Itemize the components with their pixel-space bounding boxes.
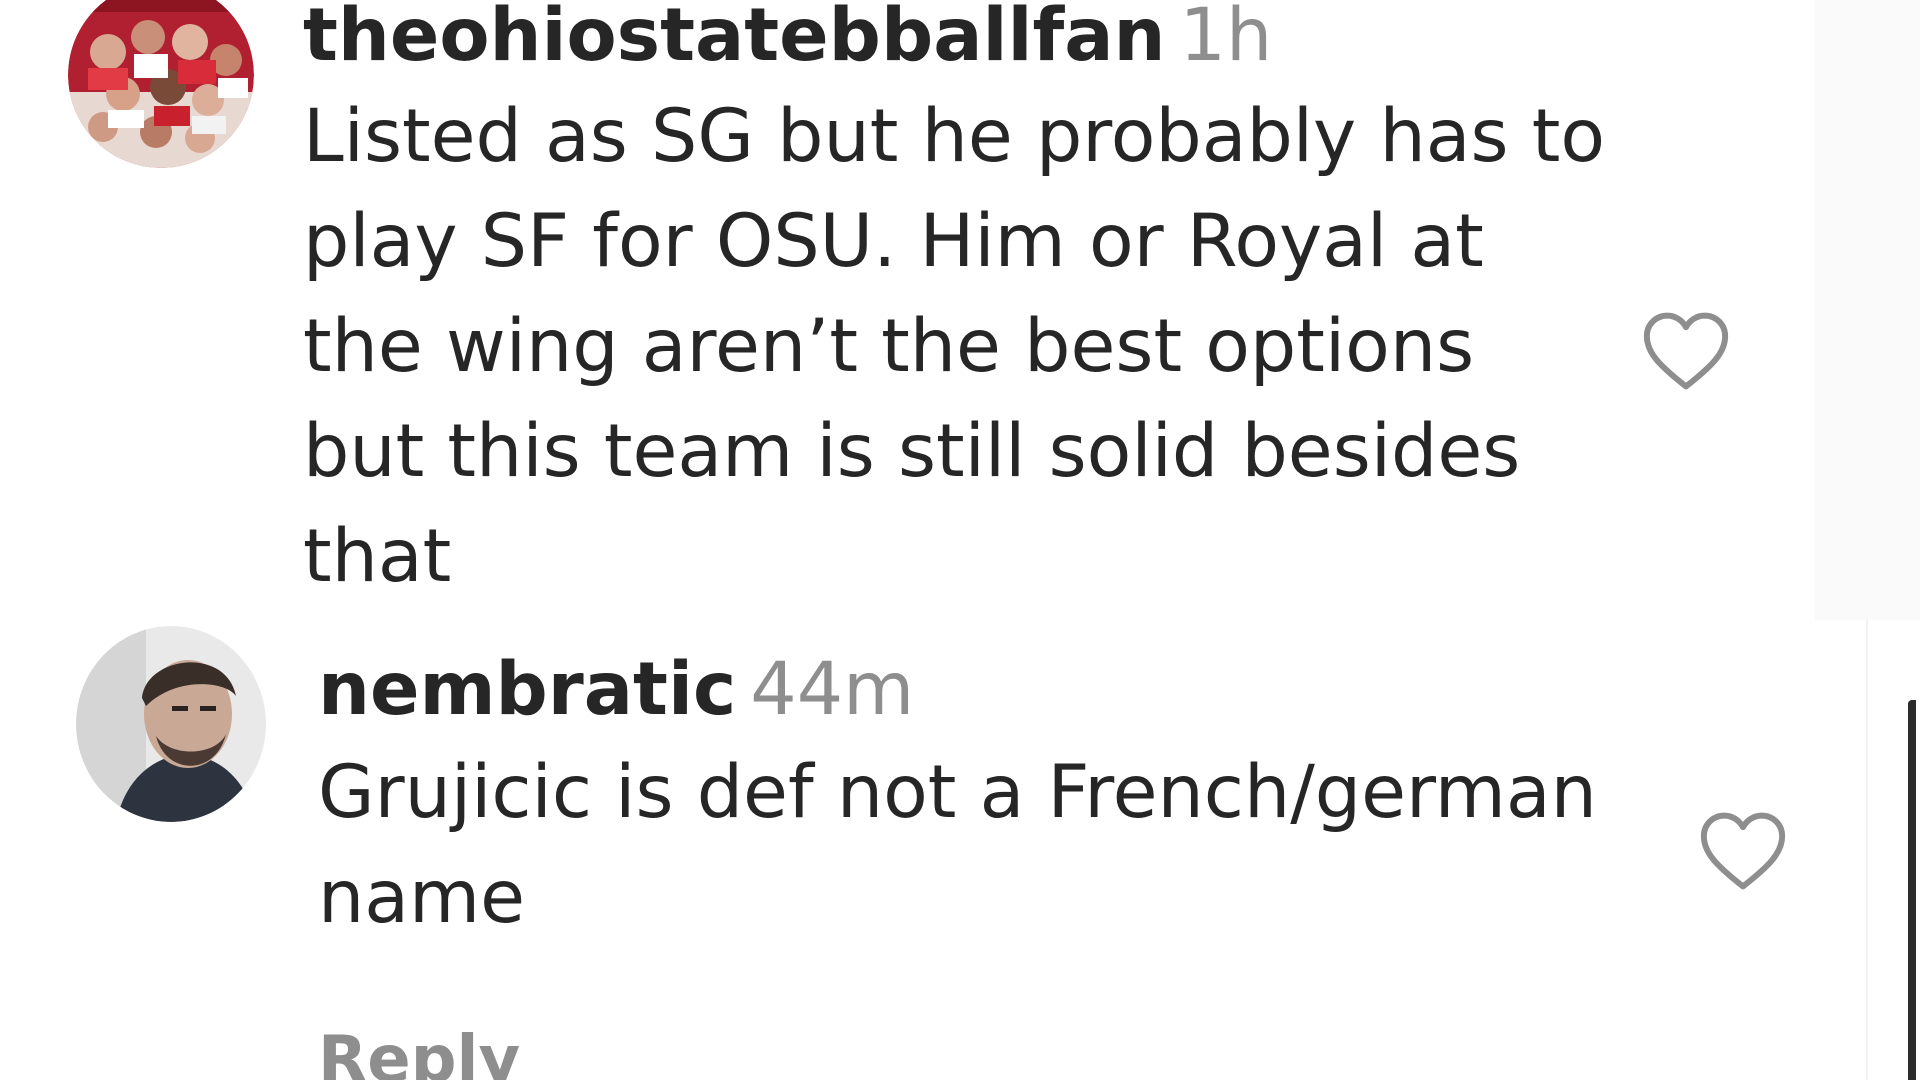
comment-text-line: the wing aren’t the best options: [303, 304, 1475, 389]
reply-button[interactable]: Reply: [318, 1020, 520, 1080]
comment-text-line: that: [303, 514, 452, 599]
divider-line: [1866, 620, 1868, 1080]
scrollbar-thumb[interactable]: [1908, 700, 1916, 1080]
avatar[interactable]: [76, 626, 266, 822]
like-button[interactable]: [1640, 310, 1732, 392]
comment-text-line: but this team is still solid besides: [303, 409, 1521, 494]
comment-header: theohiostatebballfan 1h: [303, 0, 1663, 78]
comment-timestamp: 44m: [750, 647, 915, 732]
avatar[interactable]: [68, 0, 254, 168]
comment-body: nembratic 44m Grujicic is def not a Frenc…: [318, 648, 1678, 950]
comment-body: theohiostatebballfan 1h Listed as SG but …: [303, 0, 1663, 609]
group-photo-avatar-icon: [68, 0, 254, 168]
username-link[interactable]: nembratic: [318, 647, 736, 732]
comment-text-line: play SF for OSU. Him or Royal at: [303, 199, 1484, 284]
heart-outline-icon: [1700, 812, 1786, 890]
heart-outline-icon: [1643, 312, 1729, 390]
comment-header: nembratic 44m: [318, 648, 1678, 732]
comment-text-line: Listed as SG but he probably has to: [303, 94, 1605, 179]
comments-page: theohiostatebballfan 1h Listed as SG but …: [0, 0, 1920, 1080]
username-link[interactable]: theohiostatebballfan: [303, 0, 1166, 78]
comment-text-line: name: [318, 855, 526, 940]
comment-text: Listed as SG but he probably has to play…: [303, 84, 1663, 609]
side-panel-edge: [1815, 0, 1920, 620]
comment-timestamp: 1h: [1179, 0, 1273, 78]
comment-text: Grujicic is def not a French/german name: [318, 740, 1678, 950]
person-photo-avatar-icon: [76, 626, 266, 822]
comment-text-line: Grujicic is def not a French/german: [318, 750, 1597, 835]
like-button[interactable]: [1697, 810, 1789, 892]
